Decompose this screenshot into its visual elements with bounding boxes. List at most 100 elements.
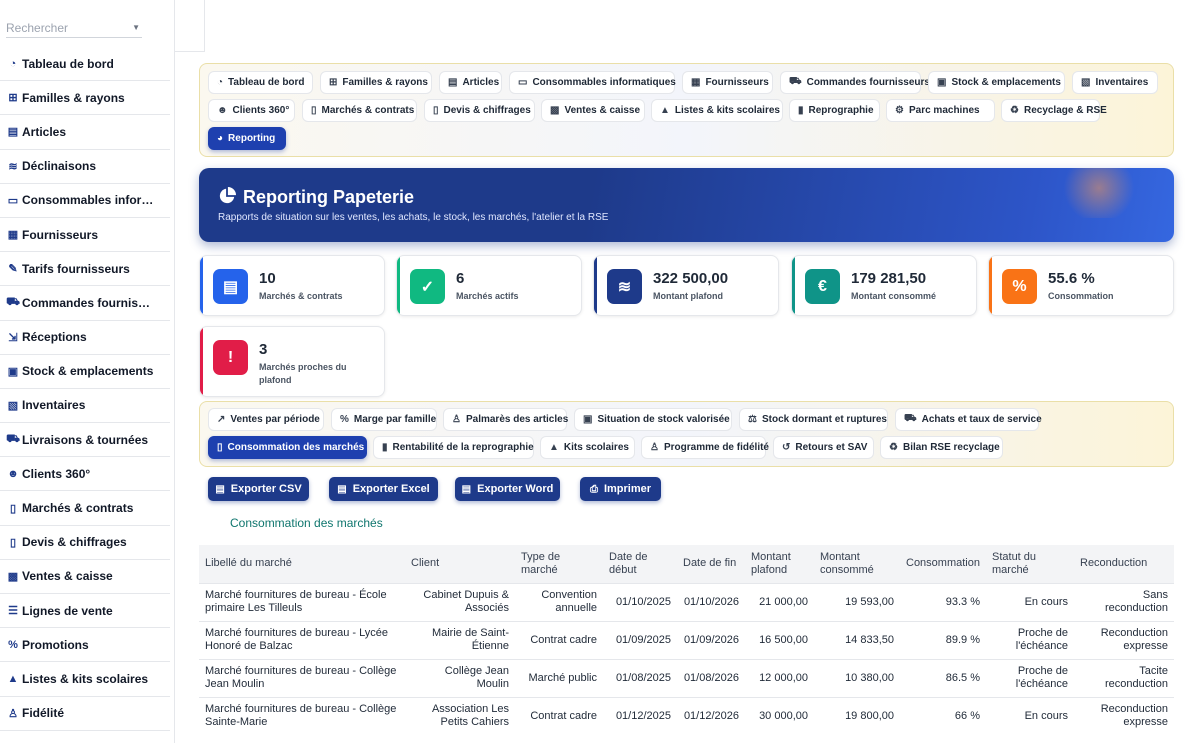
tab[interactable]: ♻ Recyclage & RSE: [1001, 99, 1107, 122]
file-contract-icon: ▯: [9, 502, 17, 515]
tab-label: Stock dormant et ruptures: [761, 414, 887, 425]
sidebar-item[interactable]: ▧ Inventaires: [0, 389, 170, 424]
tab[interactable]: ⛟ Achats et taux de service: [895, 408, 1042, 431]
tab[interactable]: ⚖ Stock dormant et ruptures: [739, 408, 888, 431]
tab[interactable]: % Marge par famille: [331, 408, 437, 431]
tab[interactable]: ▮ Rentabilité de la reprographie: [373, 436, 534, 459]
tab[interactable]: ▦ Fournisseurs: [682, 71, 773, 94]
tab[interactable]: ♻ Bilan RSE recyclage: [880, 436, 1003, 459]
tab-label: Ventes par période: [230, 414, 320, 425]
tab[interactable]: ◔ Tableau de bord: [208, 71, 313, 94]
tab[interactable]: ▤ Articles: [439, 71, 502, 94]
tab-label: Marge par famille: [353, 414, 437, 425]
tab[interactable]: ▣ Situation de stock valorisée: [574, 408, 732, 431]
column-header[interactable]: Consommation: [900, 545, 986, 583]
sidebar-item[interactable]: ▩ Ventes & caisse: [0, 560, 170, 594]
print-button[interactable]: ⎙ Imprimer: [580, 477, 661, 501]
warehouse-icon: ▣: [937, 77, 947, 88]
sidebar-item[interactable]: ≋ Déclinaisons: [0, 150, 170, 184]
column-header[interactable]: Date de fin: [677, 545, 745, 583]
export-csv-button[interactable]: ▤ Exporter CSV: [208, 477, 309, 501]
tab-label: Situation de stock valorisée: [597, 414, 730, 425]
check-circle-icon: ✓: [410, 269, 445, 304]
tab[interactable]: ▩ Ventes & caisse: [541, 99, 645, 122]
sidebar-item[interactable]: ⛟ Commandes fournis…: [0, 286, 170, 321]
tab[interactable]: ▯ Consommation des marchés: [208, 436, 367, 459]
table-row[interactable]: Marché fournitures de bureau - Collège S…: [199, 696, 1174, 735]
table-row[interactable]: Marché fournitures de bureau - École pri…: [199, 582, 1174, 621]
tab[interactable]: ▲ Listes & kits scolaires: [651, 99, 783, 122]
tab-label: Devis & chiffrages: [443, 105, 531, 116]
tab[interactable]: ▧ Inventaires: [1072, 71, 1158, 94]
export-word-button[interactable]: ▤ Exporter Word: [455, 477, 560, 501]
tab-label: Reporting: [228, 133, 276, 144]
sidebar-item[interactable]: ☻ Clients 360°: [0, 457, 170, 492]
column-header[interactable]: Date de début: [603, 545, 677, 583]
column-header[interactable]: Montant consommé: [814, 545, 900, 583]
sidebar-item[interactable]: ✎ Tarifs fournisseurs: [0, 252, 170, 287]
table-row[interactable]: Marché fournitures de bureau - Lycée Hon…: [199, 620, 1174, 659]
column-header[interactable]: Client: [405, 545, 515, 583]
truck-icon: ⛟: [6, 432, 20, 445]
column-header[interactable]: Reconduction: [1074, 545, 1174, 583]
sidebar-item[interactable]: ▯ Marchés & contrats: [0, 491, 170, 526]
sidebar-item[interactable]: % Promotions: [0, 628, 170, 663]
kpi-value: 55.6 %: [1048, 270, 1095, 287]
sidebar-item[interactable]: ◔ Tableau de bord: [0, 47, 170, 82]
tab[interactable]: ▮ Reprographie: [789, 99, 880, 122]
table-cell: 01/08/2025: [603, 658, 677, 697]
tab-label: Consommables informatiques: [532, 77, 676, 88]
tab[interactable]: ▲ Kits scolaires: [540, 436, 635, 459]
table-cell: Mairie de Saint-Étienne: [405, 620, 515, 659]
tab[interactable]: ↗ Ventes par période: [208, 408, 324, 431]
sidebar-item[interactable]: ▭ Consommables infor…: [0, 184, 170, 218]
sidebar-item[interactable]: ▦ Fournisseurs: [0, 218, 170, 253]
export-excel-button[interactable]: ▤ Exporter Excel: [329, 477, 438, 501]
tab[interactable]: ▯ Devis & chiffrages: [424, 99, 535, 122]
sidebar-item-label: Inventaires: [22, 398, 86, 413]
tab[interactable]: ◕ Reporting: [208, 127, 286, 150]
column-header[interactable]: Type de marché: [515, 545, 603, 583]
tab-label: Clients 360°: [232, 105, 290, 116]
tab[interactable]: ⊞ Familles & rayons: [320, 71, 432, 94]
sidebar-item[interactable]: ☰ Lignes de vente: [0, 594, 170, 629]
table-cell: Marché fournitures de bureau - Lycée Hon…: [199, 620, 405, 659]
percent-icon: %: [1002, 269, 1037, 304]
sidebar-item[interactable]: ⛟ Livraisons & tournées: [0, 423, 170, 458]
column-header[interactable]: Libellé du marché: [199, 545, 405, 583]
kpi-value: 322 500,00: [653, 270, 729, 287]
sidebar-item[interactable]: ▣ Stock & emplacements: [0, 355, 170, 389]
truck-loading-icon: ▦: [691, 77, 701, 88]
sidebar-item[interactable]: ▯ Devis & chiffrages: [0, 526, 170, 560]
sidebar-item[interactable]: ▲ Listes & kits scolaires: [0, 662, 170, 697]
table-cell: 66 %: [900, 696, 986, 735]
tab[interactable]: ☻ Clients 360°: [208, 99, 295, 122]
module-tabs: ◔ Tableau de bord ⊞ Familles & rayons ▤ Artic…: [199, 63, 1174, 157]
award-icon: ♙: [650, 442, 659, 453]
file-word-icon: ▤: [461, 483, 472, 495]
tab[interactable]: ⛟ Commandes fournisseurs: [780, 71, 930, 94]
tab[interactable]: ▭ Consommables informatiques: [509, 71, 676, 94]
tab[interactable]: ⚙ Parc machines: [886, 99, 995, 122]
column-header[interactable]: Montant plafond: [745, 545, 814, 583]
sidebar-item-label: Réceptions: [22, 330, 87, 345]
tab[interactable]: ♙ Programme de fidélité: [641, 436, 769, 459]
sidebar-item[interactable]: ⊞ Familles & rayons: [0, 81, 170, 116]
table-cell: Reconduction expresse: [1074, 620, 1174, 659]
table-row[interactable]: Marché fournitures de bureau - Collège J…: [199, 658, 1174, 697]
column-header[interactable]: Statut du marché: [986, 545, 1074, 583]
sidebar-item[interactable]: ▤ Articles: [0, 115, 170, 150]
tab[interactable]: ▣ Stock & emplacements: [928, 71, 1065, 94]
tab[interactable]: ▯ Marchés & contrats: [302, 99, 417, 122]
pie-chart-icon: [219, 187, 236, 204]
tab-label: Familles & rayons: [342, 77, 428, 88]
search-select[interactable]: Rechercher ▼: [6, 18, 142, 38]
graduation-cap-icon: ▲: [7, 672, 19, 685]
sidebar-item[interactable]: ⇲ Réceptions: [0, 321, 170, 355]
sidebar-item[interactable]: ♙ Fidélité: [0, 697, 170, 731]
cart-icon: ⛟: [904, 413, 917, 424]
tab[interactable]: ↺ Retours et SAV: [773, 436, 874, 459]
tab[interactable]: ♙ Palmarès des articles: [443, 408, 568, 431]
tab-label: Tableau de bord: [228, 77, 305, 88]
caret-down-icon[interactable]: ▼: [132, 23, 140, 32]
